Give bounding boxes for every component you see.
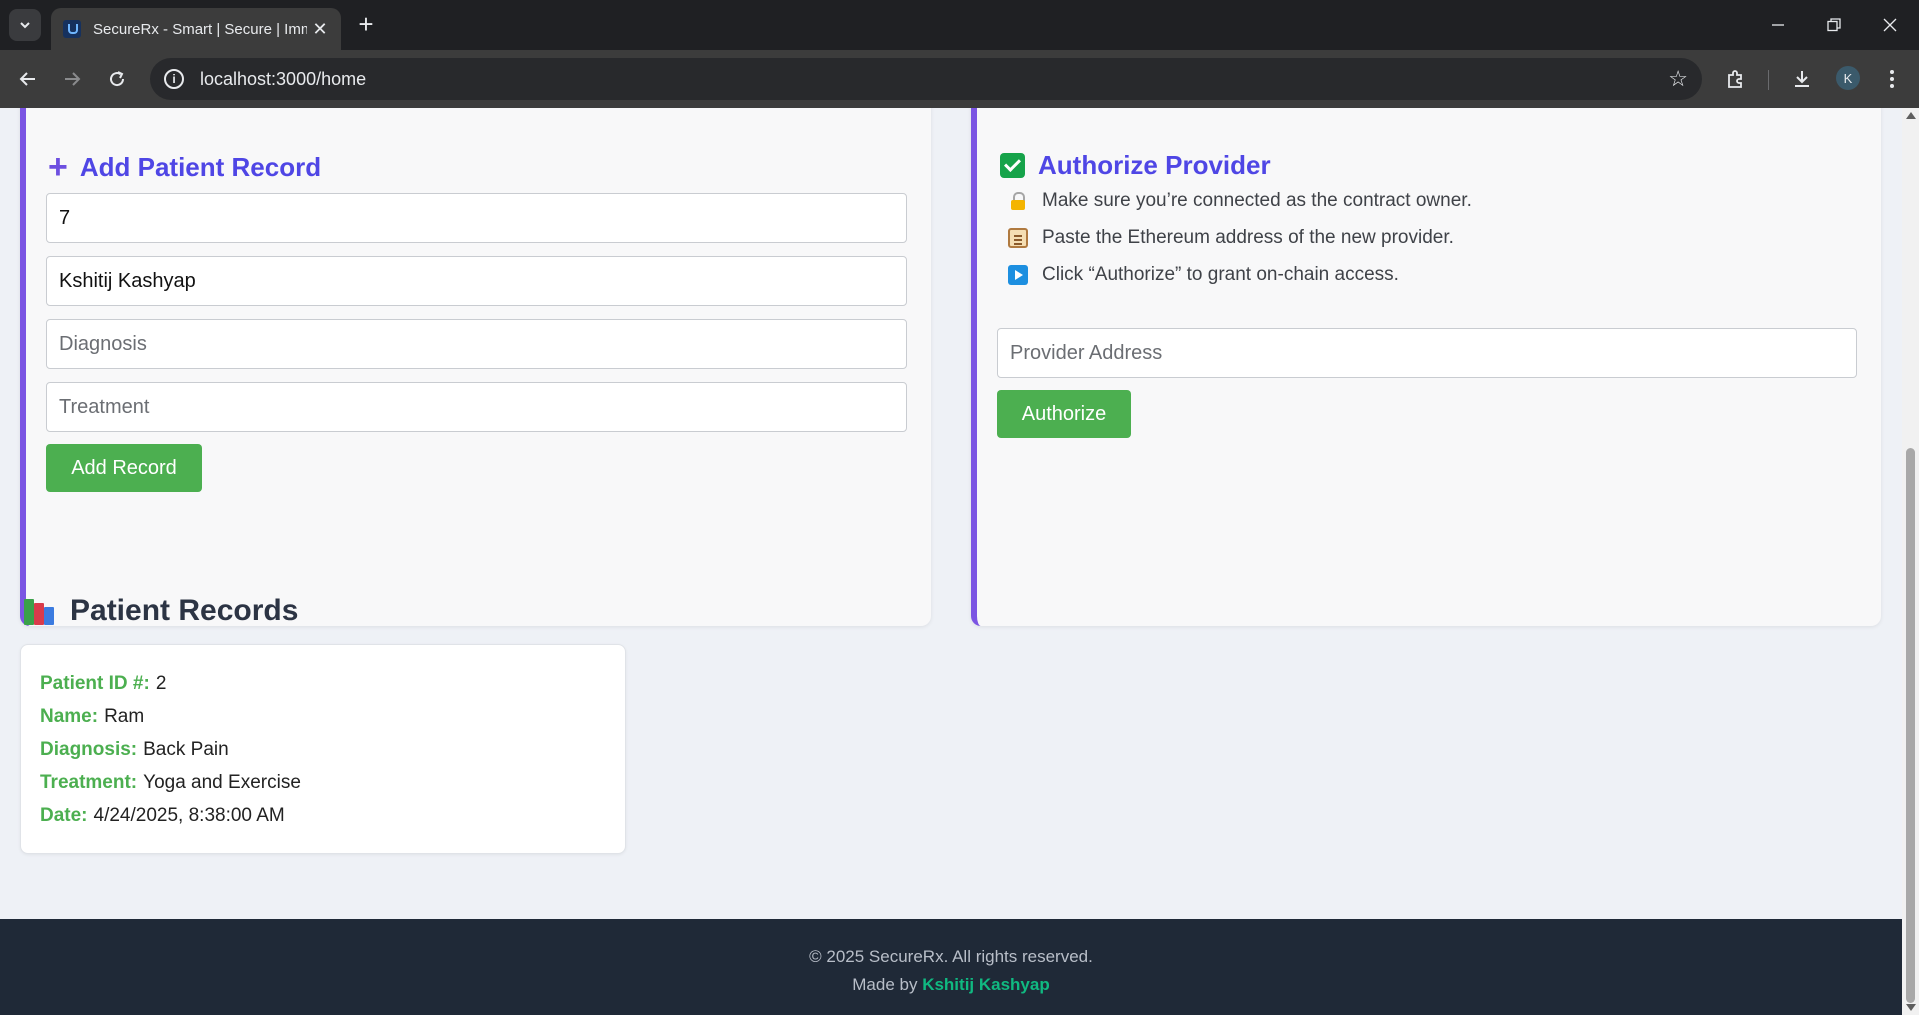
extensions-puzzle-icon[interactable] (1720, 63, 1752, 95)
patient-id-input[interactable] (46, 193, 907, 243)
new-tab-icon[interactable]: + (352, 11, 380, 39)
scroll-up-arrow-icon[interactable] (1906, 112, 1916, 119)
patient-name-input[interactable] (46, 256, 907, 306)
record-date-label: Date: (40, 804, 88, 826)
record-diagnosis-label: Diagnosis: (40, 738, 138, 760)
page-viewport: + Add Patient Record Add Record Authoriz… (0, 108, 1902, 1015)
browser-toolbar: i localhost:3000/home ☆ (0, 50, 1919, 108)
browser-tab-bar: SecureRx - Smart | Secure | Imm ✕ + (0, 0, 1919, 50)
minimize-icon[interactable] (1750, 0, 1806, 50)
patient-records-title: Patient Records (70, 594, 299, 627)
clipboard-icon (1008, 227, 1028, 248)
record-name-row: Name: Ram (40, 700, 606, 733)
add-record-card: + Add Patient Record Add Record (20, 108, 931, 626)
authorize-steps-list: Make sure you’re connected as the contra… (1008, 182, 1472, 293)
authorize-title: Authorize Provider (1038, 150, 1271, 180)
authorize-button[interactable]: Authorize (997, 390, 1131, 438)
scrollbar-thumb[interactable] (1906, 448, 1915, 1003)
close-window-icon[interactable] (1862, 0, 1918, 50)
record-id-label: Patient ID #: (40, 672, 150, 694)
footer-author-link[interactable]: Kshitij Kashyap (922, 975, 1050, 994)
tab-title: SecureRx - Smart | Secure | Imm (93, 20, 307, 38)
toolbar-separator (1768, 70, 1769, 90)
play-button-icon (1008, 264, 1028, 285)
record-diagnosis-value: Back Pain (143, 738, 229, 760)
site-info-icon[interactable]: i (164, 69, 184, 89)
record-treatment-label: Treatment: (40, 771, 138, 793)
page-scrollbar[interactable] (1902, 108, 1919, 1015)
patient-records-heading: Patient Records (24, 594, 298, 628)
download-icon[interactable] (1786, 63, 1818, 95)
provider-address-input[interactable] (997, 328, 1857, 378)
step-item: Paste the Ethereum address of the new pr… (1008, 219, 1472, 256)
record-date-row: Date: 4/24/2025, 8:38:00 AM (40, 799, 606, 832)
checkmark-icon (1000, 153, 1025, 178)
forward-arrow-icon[interactable] (56, 63, 88, 95)
record-id-row: Patient ID #: 2 (40, 667, 606, 700)
record-name-label: Name: (40, 705, 99, 727)
tab-search-button[interactable] (9, 9, 41, 41)
back-arrow-icon[interactable] (12, 63, 44, 95)
authorize-heading: Authorize Provider (1000, 150, 1271, 181)
diagnosis-input[interactable] (46, 319, 907, 369)
url-text: localhost:3000/home (200, 68, 367, 89)
step-text: Make sure you’re connected as the contra… (1042, 189, 1472, 211)
treatment-input[interactable] (46, 382, 907, 432)
securerx-favicon-icon (63, 20, 81, 38)
add-record-button[interactable]: Add Record (46, 444, 202, 492)
page-footer: © 2025 SecureRx. All rights reserved. Ma… (0, 919, 1902, 1015)
scroll-down-arrow-icon[interactable] (1906, 1004, 1916, 1011)
footer-made-by-text: Made by (852, 975, 918, 994)
step-item: Click “Authorize” to grant on-chain acce… (1008, 256, 1472, 293)
reload-icon[interactable] (101, 63, 133, 95)
step-item: Make sure you’re connected as the contra… (1008, 182, 1472, 219)
books-icon (24, 597, 56, 625)
record-treatment-row: Treatment: Yoga and Exercise (40, 766, 606, 799)
address-bar[interactable]: i localhost:3000/home ☆ (150, 58, 1702, 100)
bookmark-star-icon[interactable]: ☆ (1668, 66, 1688, 92)
browser-tab-active[interactable]: SecureRx - Smart | Secure | Imm ✕ (51, 8, 341, 50)
plus-icon: + (48, 148, 68, 186)
add-record-heading: + Add Patient Record (48, 150, 321, 184)
record-id-value: 2 (155, 672, 167, 694)
footer-made-by: Made by Kshitij Kashyap (0, 975, 1902, 995)
step-text: Paste the Ethereum address of the new pr… (1042, 226, 1454, 248)
footer-copyright: © 2025 SecureRx. All rights reserved. (809, 947, 1093, 966)
close-tab-icon[interactable]: ✕ (311, 19, 329, 40)
profile-avatar[interactable]: K (1836, 66, 1860, 90)
record-diagnosis-row: Diagnosis: Back Pain (40, 733, 606, 766)
chevron-down-icon (20, 22, 30, 29)
record-date-value: 4/24/2025, 8:38:00 AM (93, 804, 285, 826)
authorize-provider-card: Authorize Provider Make sure you’re conn… (971, 108, 1881, 626)
restore-icon[interactable] (1806, 0, 1862, 50)
record-name-value: Ram (104, 705, 145, 727)
add-record-title: Add Patient Record (79, 151, 322, 182)
record-treatment-value: Yoga and Exercise (143, 771, 301, 793)
more-menu-icon[interactable] (1876, 63, 1908, 95)
patient-record-card: Patient ID #: 2 Name: Ram Diagnosis: Bac… (20, 644, 626, 854)
lock-icon (1008, 191, 1028, 211)
step-text: Click “Authorize” to grant on-chain acce… (1042, 263, 1399, 285)
